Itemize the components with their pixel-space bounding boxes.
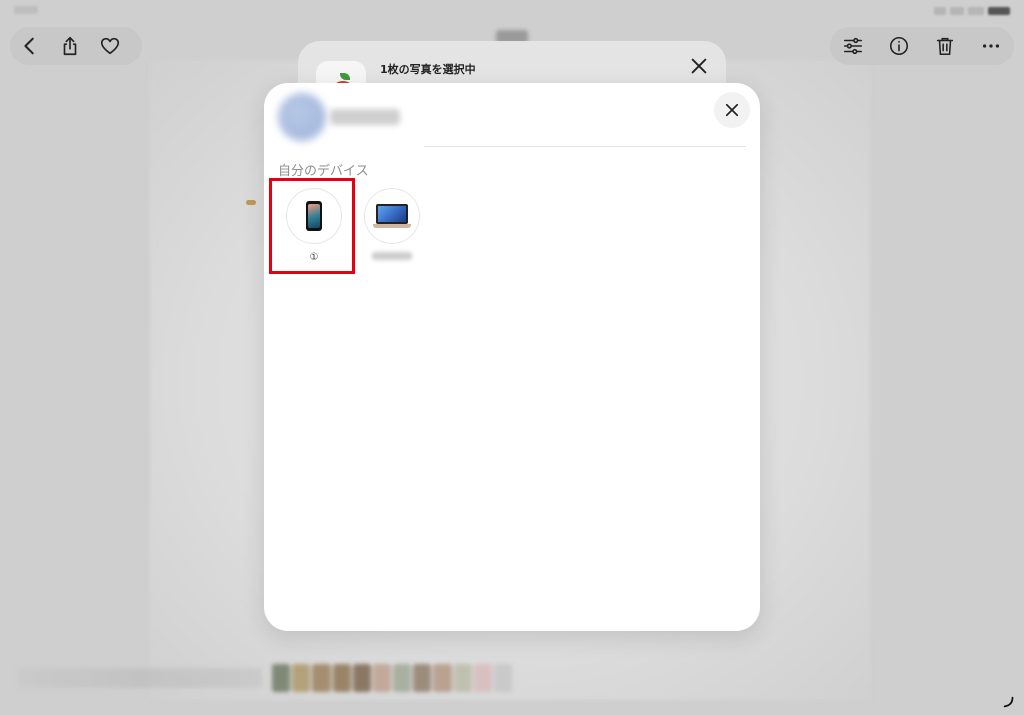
trash-icon[interactable] [933, 34, 957, 58]
background-detail [246, 200, 256, 205]
divider [424, 146, 746, 147]
heart-icon[interactable] [98, 34, 122, 58]
avatar [278, 93, 326, 141]
more-icon[interactable] [979, 34, 1003, 58]
section-label-my-devices: 自分のデバイス [278, 164, 369, 179]
timeline-strip [18, 668, 262, 688]
share-sheet-title: 1枚の写真を選択中 [380, 63, 476, 76]
macbook-icon [373, 204, 411, 228]
highlight-box [269, 178, 355, 274]
device-macbook[interactable] [364, 188, 420, 260]
status-bar-indicators [930, 6, 1010, 16]
device-label [372, 252, 412, 260]
status-bar-time [14, 6, 38, 14]
info-icon[interactable] [887, 34, 911, 58]
share-icon[interactable] [58, 34, 82, 58]
right-toolbar [830, 27, 1014, 65]
device-circle[interactable] [364, 188, 420, 244]
close-button[interactable] [714, 92, 750, 128]
chevron-left-icon[interactable] [18, 34, 42, 58]
close-icon [725, 103, 739, 117]
battery-icon [988, 7, 1010, 15]
rotate-icon[interactable] [1002, 694, 1016, 708]
left-toolbar [10, 27, 142, 65]
airdrop-sheet: 自分のデバイス ① [264, 83, 760, 631]
airdrop-user-name [330, 109, 400, 125]
adjust-icon[interactable] [841, 34, 865, 58]
close-icon[interactable] [688, 55, 710, 77]
thumbnail-strip[interactable] [272, 664, 513, 692]
